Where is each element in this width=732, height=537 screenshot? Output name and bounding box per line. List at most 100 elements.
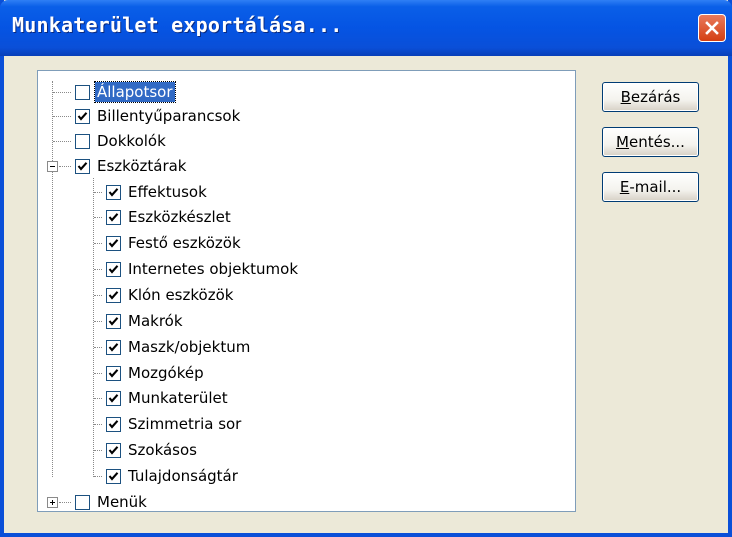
button-label: -mail... [629,178,682,196]
checkbox[interactable] [106,184,121,200]
checkbox[interactable] [75,494,90,510]
tree-item-label: Állapotsor [94,81,176,103]
checkmark-icon [108,264,119,274]
checkmark-icon [77,111,88,121]
checkmark-icon [108,212,119,222]
tree-line [53,116,71,117]
tree-item-festo-eszkozok[interactable]: Festő eszközök [106,231,243,255]
tree-line [94,424,102,425]
checkbox[interactable] [106,442,121,458]
checkbox[interactable] [106,416,121,432]
tree-item-eszkoztarak[interactable]: Eszköztárak [75,154,189,178]
tree-item-label: Szimmetria sor [128,415,242,433]
expand-toggle[interactable] [47,497,58,508]
checkbox[interactable] [75,133,90,149]
tree-item-allapotsor[interactable]: Állapotsor [75,80,176,104]
tree-line [94,398,102,399]
checkbox[interactable] [106,390,121,406]
collapse-toggle[interactable] [47,161,58,172]
checkmark-icon [108,471,119,481]
checkmark-icon [108,445,119,455]
tree-line [53,92,71,93]
tree-item-label: Billentyűparancsok [97,107,241,125]
tree-item-label: Menük [97,493,147,511]
checkbox[interactable] [106,313,121,329]
tree-item-klon-eszkozok[interactable]: Klón eszközök [106,283,235,307]
checkmark-icon [108,316,119,326]
checkbox[interactable] [75,158,90,174]
tree-item-eszkozkeszlet[interactable]: Eszközkészlet [106,205,233,229]
tree-item-label: Makrók [128,312,183,330]
tree-item-billentyuparancsok[interactable]: Billentyűparancsok [75,104,242,128]
tree-item-label: Effektusok [128,183,207,201]
checkbox[interactable] [106,209,121,225]
tree-line [94,450,102,451]
minus-icon [50,166,55,167]
checkbox[interactable] [106,365,121,381]
checkbox[interactable] [106,235,121,251]
tree-item-effektusok[interactable]: Effektusok [106,180,209,204]
workspace-tree[interactable]: Állapotsor Billentyűparancsok Dokkolók E… [37,70,576,512]
tree-item-label: Klón eszközök [128,286,234,304]
tree-line [94,373,102,374]
tree-item-label: Festő eszközök [128,234,241,252]
tree-item-maszk-objektum[interactable]: Maszk/objektum [106,335,252,359]
tree-line [94,321,102,322]
close-button[interactable]: Bezárás [602,82,699,112]
checkmark-icon [108,393,119,403]
tree-item-mozgokep[interactable]: Mozgókép [106,361,206,385]
tree-line [94,217,102,218]
tree-item-label: Munkaterület [128,389,228,407]
tree-line [59,166,71,167]
tree-item-tulajdonsagtar[interactable]: Tulajdonságtár [106,464,240,488]
checkbox[interactable] [75,108,90,124]
checkmark-icon [108,290,119,300]
tree-item-label: Mozgókép [128,364,204,382]
save-button[interactable]: Mentés... [602,127,699,157]
tree-item-makrok[interactable]: Makrók [106,309,185,333]
tree-line [94,269,102,270]
close-window-button[interactable] [698,14,726,42]
tree-item-dokkolok[interactable]: Dokkolók [75,129,168,153]
tree-line [94,295,102,296]
tree-item-label: Eszköztárak [97,157,187,175]
checkmark-icon [108,368,119,378]
tree-line [53,141,71,142]
checkmark-icon [108,187,119,197]
tree-item-label: Eszközkészlet [128,208,231,226]
button-mnemonic: E [619,178,630,196]
checkmark-icon [108,238,119,248]
tree-line [93,178,94,477]
checkbox[interactable] [106,287,121,303]
tree-item-label: Internetes objektumok [128,260,299,278]
tree-line [59,502,71,503]
tree-item-label: Szokásos [128,441,197,459]
checkbox[interactable] [75,84,90,100]
checkbox[interactable] [106,339,121,355]
tree-item-label: Tulajdonságtár [128,467,238,485]
checkmark-icon [108,419,119,429]
button-label: entés... [628,133,685,151]
button-mnemonic: B [620,88,631,106]
tree-line [94,243,102,244]
tree-item-szokasos[interactable]: Szokásos [106,438,199,462]
button-mnemonic: M [616,133,629,151]
tree-line [94,192,102,193]
dialog-title: Munkaterület exportálása... [12,13,343,37]
tree-item-label: Dokkolók [97,132,166,150]
tree-item-munkaterulet[interactable]: Munkaterület [106,386,230,410]
tree-item-internetes-objektumok[interactable]: Internetes objektumok [106,257,300,281]
tree-line [94,347,102,348]
close-icon [705,21,719,35]
checkbox[interactable] [106,261,121,277]
email-button[interactable]: E -mail... [602,172,699,202]
button-label: ezárás [630,88,681,106]
checkbox[interactable] [106,468,121,484]
tree-item-menuk[interactable]: Menük [75,490,149,514]
title-bar[interactable]: Munkaterület exportálása... [0,0,732,56]
checkmark-icon [77,161,88,171]
tree-line [94,476,102,477]
tree-item-label: Maszk/objektum [128,338,251,356]
checkmark-icon [108,342,119,352]
tree-item-szimmetria-sor[interactable]: Szimmetria sor [106,412,243,436]
